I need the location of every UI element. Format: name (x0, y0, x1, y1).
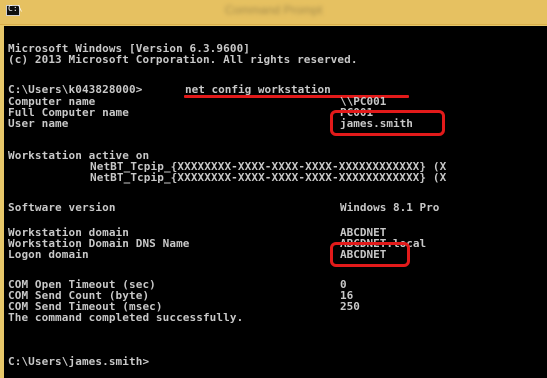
field-label: Logon domain (8, 248, 89, 261)
user-name-highlight (330, 110, 445, 136)
banner-line: (c) 2013 Microsoft Corporation. All righ… (8, 53, 358, 66)
window-title: Command Prompt (224, 3, 323, 17)
field-value: 250 (340, 300, 360, 313)
field-label: User name (8, 117, 69, 130)
console-output[interactable]: Microsoft Windows [Version 6.3.9600] (c)… (4, 26, 547, 378)
command-prompt-path: C:\Users\k043828000> (8, 83, 143, 96)
field-value: Windows 8.1 Pro (340, 201, 440, 214)
logon-domain-highlight (330, 242, 410, 267)
completion-message: The command completed successfully. (8, 311, 244, 324)
transport-line: NetBT_Tcpip_{XXXXXXXX-XXXX-XXXX-XXXX-XXX… (90, 171, 447, 184)
title-bar[interactable]: C:\ Command Prompt (0, 0, 547, 25)
command-text: net config workstation (185, 83, 331, 96)
final-prompt: C:\Users\james.smith> (8, 355, 150, 368)
command-prompt-window: C:\ Command Prompt Microsoft Windows [Ve… (0, 0, 547, 378)
field-label: Software version (8, 201, 116, 214)
